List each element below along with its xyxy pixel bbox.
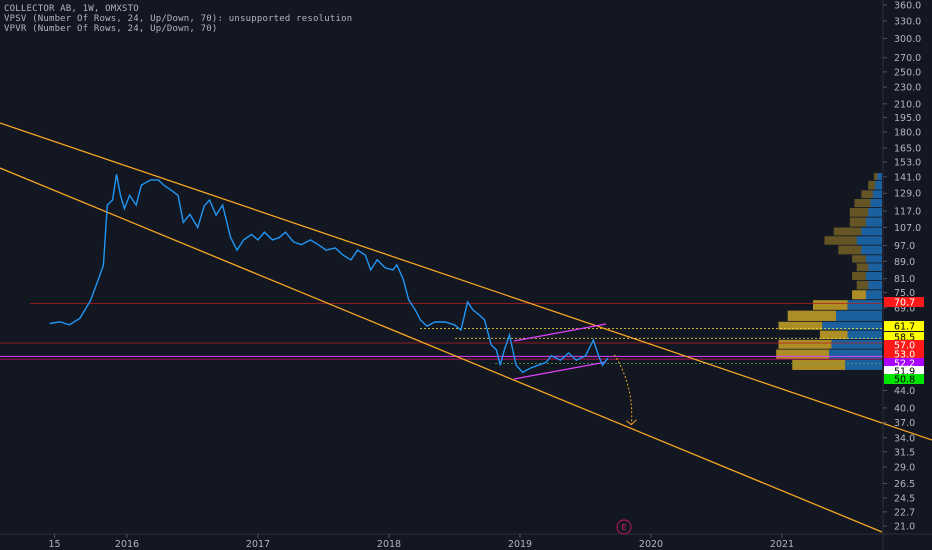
- time-tick-label: 2018: [377, 539, 401, 550]
- volume-bar-up: [872, 190, 882, 199]
- price-tick-label: 210.0: [894, 99, 921, 110]
- price-tick-label: 22.7: [894, 507, 915, 518]
- volume-bar-up: [865, 290, 882, 300]
- price-tick-label: 250.0: [894, 67, 921, 78]
- price-tick-label: 44.0: [894, 386, 915, 397]
- price-tick-label: 40.0: [894, 403, 915, 414]
- volume-bar-down: [813, 300, 848, 310]
- volume-bar-up: [865, 271, 882, 281]
- price-axis[interactable]: 360.0 330.0 300.0 270.0 250.0 230.0 210.0 195.0…: [883, 0, 921, 533]
- earnings-label: E: [621, 523, 626, 532]
- time-tick-label: 2017: [246, 539, 270, 550]
- earnings-marker[interactable]: E: [616, 519, 632, 535]
- price-tick-label: 26.5: [894, 479, 915, 490]
- price-tick-label: 165.0: [894, 144, 921, 155]
- volume-bar-up: [831, 339, 882, 349]
- price-tick-label: 97.0: [894, 241, 915, 252]
- price-tick-label: 180.0: [894, 128, 921, 139]
- volume-bar-up: [865, 255, 882, 263]
- price-badge: 70.7: [884, 297, 924, 309]
- price-tick-label: 34.0: [894, 433, 915, 444]
- volume-bar-up: [875, 180, 882, 190]
- volume-bar-down: [852, 290, 866, 300]
- volume-bar-up: [845, 359, 882, 370]
- volume-bar-up: [847, 330, 882, 340]
- price-tick-label: 81.0: [894, 274, 915, 285]
- price-tick-label: 24.5: [894, 493, 915, 504]
- price-tick-label: 21.0: [894, 522, 915, 533]
- price-badge: 50.8: [884, 374, 924, 386]
- volume-bar-down: [778, 339, 832, 349]
- lower-channel-line[interactable]: [0, 167, 883, 533]
- volume-bar-up: [868, 208, 882, 217]
- price-badge: 61.7: [884, 321, 924, 333]
- volume-bar-down: [856, 280, 869, 290]
- volume-profile: [776, 173, 882, 370]
- volume-bar-up: [868, 280, 882, 290]
- price-tick-label: 89.0: [894, 257, 915, 268]
- horizontal-levels: [0, 303, 883, 364]
- volume-bar-down: [852, 255, 866, 263]
- price-chart[interactable]: 360.0 330.0 300.0 270.0 250.0 230.0 210.0 195.0…: [0, 0, 932, 550]
- price-line: [49, 174, 609, 374]
- volume-bar-down: [787, 310, 836, 321]
- price-tick-label: 37.0: [894, 418, 915, 429]
- volume-bar-down: [824, 236, 857, 245]
- upper-channel-line[interactable]: [0, 122, 932, 441]
- time-tick-label: 15: [48, 539, 60, 550]
- volume-bar-down: [856, 263, 869, 272]
- time-tick-label: 2016: [115, 539, 139, 550]
- volume-bar-up: [836, 310, 882, 321]
- volume-bar-up: [856, 236, 882, 245]
- volume-bar-up: [861, 245, 882, 255]
- time-tick-label: 2019: [508, 539, 532, 550]
- price-badge-label: 61.7: [894, 322, 915, 333]
- volume-bar-down: [819, 330, 848, 340]
- volume-bar-down: [849, 217, 866, 227]
- price-tick-label: 31.5: [894, 447, 915, 458]
- volume-bar-up: [861, 227, 882, 236]
- price-badge-label: 50.8: [894, 375, 915, 386]
- volume-bar-down: [868, 180, 876, 190]
- price-tick-label: 129.0: [894, 189, 921, 200]
- volume-bar-down: [833, 227, 862, 236]
- time-axis[interactable]: 15 2016 2017 2018 2019 2020 2021: [48, 534, 794, 550]
- volume-bar-down: [792, 359, 846, 370]
- volume-bar-down: [776, 349, 830, 360]
- volume-bar-down: [854, 198, 871, 208]
- price-tick-label: 360.0: [894, 0, 921, 11]
- price-badge-label: 70.7: [894, 298, 915, 309]
- projection-arrow: [613, 354, 633, 425]
- price-tick-label: 230.0: [894, 83, 921, 94]
- volume-bar-down: [849, 208, 869, 217]
- price-tick-label: 330.0: [894, 16, 921, 27]
- volume-bar-down: [852, 271, 866, 281]
- price-tick-label: 141.0: [894, 172, 921, 183]
- volume-bar-up: [877, 173, 882, 181]
- price-tick-label: 29.0: [894, 462, 915, 473]
- time-tick-label: 2020: [639, 539, 663, 550]
- price-tick-label: 107.0: [894, 223, 921, 234]
- volume-bar-down: [873, 173, 878, 181]
- volume-bar-up: [870, 198, 882, 208]
- price-tick-label: 195.0: [894, 113, 921, 124]
- volume-bar-up: [847, 300, 882, 310]
- price-tick-label: 270.0: [894, 53, 921, 64]
- price-tick-label: 153.0: [894, 157, 921, 168]
- volume-bar-down: [861, 190, 873, 199]
- volume-bar-down: [838, 245, 862, 255]
- price-tick-label: 117.0: [894, 207, 921, 218]
- time-tick-label: 2021: [770, 539, 794, 550]
- price-tick-label: 300.0: [894, 34, 921, 45]
- volume-bar-up: [868, 263, 882, 272]
- volume-bar-up: [865, 217, 882, 227]
- wedge-lower-line[interactable]: [513, 361, 607, 380]
- volume-bar-up: [829, 349, 882, 360]
